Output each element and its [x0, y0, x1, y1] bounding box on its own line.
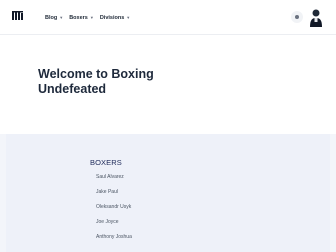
page-title-line-1: Welcome to Boxing: [38, 67, 154, 81]
chevron-down-icon: ▼: [59, 15, 64, 20]
user-avatar-icon[interactable]: [309, 7, 323, 27]
sun-icon: [295, 15, 299, 19]
boxers-section: BOXERS Saul Alvarez Jake Paul Oleksandr …: [0, 134, 336, 252]
nav-label-blog: Blog: [45, 15, 58, 21]
theme-toggle-button[interactable]: [291, 11, 303, 23]
nav-item-blog[interactable]: Blog ▼: [45, 15, 63, 21]
page-title-line-2: Undefeated: [38, 82, 107, 96]
site-logo-icon[interactable]: [12, 11, 25, 20]
nav-item-divisions[interactable]: Divisions ▼: [100, 15, 130, 21]
boxers-heading: BOXERS: [90, 158, 122, 167]
chevron-down-icon: ▼: [126, 15, 131, 20]
boxer-link-saul-alvarez[interactable]: Saul Alvarez: [96, 174, 132, 189]
boxer-link-anthony-joshua[interactable]: Anthony Joshua: [96, 234, 132, 249]
boxer-link-joe-joyce[interactable]: Joe Joyce: [96, 219, 132, 234]
main-nav: Blog ▼ Boxers ▼ Divisions ▼: [45, 13, 130, 23]
nav-label-boxers: Boxers: [69, 15, 88, 21]
boxer-list: Saul Alvarez Jake Paul Oleksandr Usyk Jo…: [96, 174, 132, 249]
site-header: Blog ▼ Boxers ▼ Divisions ▼: [0, 0, 336, 35]
boxer-link-oleksandr-usyk[interactable]: Oleksandr Usyk: [96, 204, 132, 219]
chevron-down-icon: ▼: [89, 15, 94, 20]
hero-section: Welcome to Boxing Undefeated: [0, 35, 336, 133]
nav-item-boxers[interactable]: Boxers ▼: [69, 15, 94, 21]
nav-label-divisions: Divisions: [99, 15, 125, 21]
boxer-link-jake-paul[interactable]: Jake Paul: [96, 189, 132, 204]
page-title: Welcome to Boxing Undefeated: [38, 67, 238, 97]
boxers-panel: [6, 134, 330, 252]
